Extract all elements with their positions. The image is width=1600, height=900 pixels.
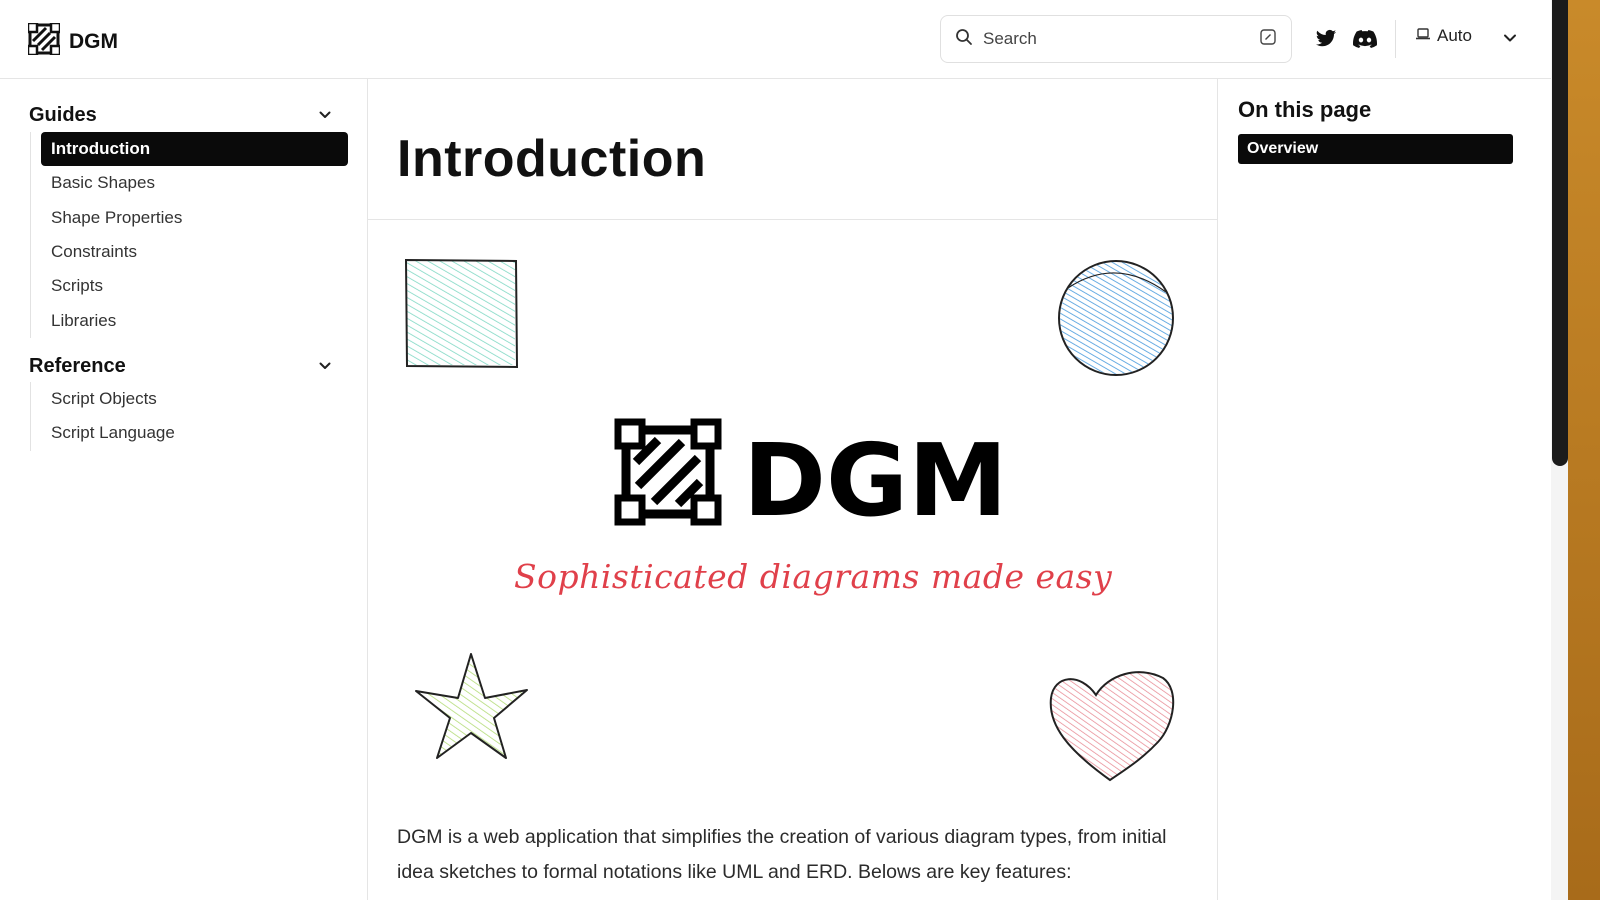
sidebar-item-constraints[interactable]: Constraints [31, 235, 348, 269]
hero-logo-text: DGM [743, 422, 1008, 539]
header-divider [1395, 20, 1396, 58]
twitter-icon[interactable] [1313, 26, 1339, 52]
heart-shape [1049, 671, 1175, 782]
chevron-down-icon[interactable] [316, 357, 334, 380]
circle-shape [1058, 260, 1174, 376]
toc-item-overview[interactable]: Overview [1238, 134, 1513, 164]
site-logo[interactable]: DGM [26, 21, 118, 60]
discord-icon[interactable] [1352, 26, 1378, 52]
theme-select[interactable]: Auto [1415, 26, 1472, 46]
sidebar-group-list: Script Objects Script Language [30, 382, 348, 451]
chevron-down-icon[interactable] [1500, 28, 1520, 53]
search-input[interactable]: Search [940, 15, 1292, 63]
keyboard-shortcut-icon [1259, 28, 1277, 51]
laptop-icon [1415, 26, 1431, 46]
sidebar-group-reference[interactable]: Reference [29, 355, 126, 378]
page-title-area: Introduction [368, 79, 1217, 220]
sidebar-item-script-language[interactable]: Script Language [31, 416, 348, 450]
sidebar-group-guides[interactable]: Guides [29, 104, 97, 127]
hero-drawing: DGM [404, 258, 1175, 782]
sidebar-item-basic-shapes[interactable]: Basic Shapes [31, 166, 348, 200]
sidebar-item-introduction[interactable]: Introduction [41, 132, 348, 167]
window-edge [1568, 0, 1600, 900]
dgm-logo-icon [26, 21, 62, 60]
intro-paragraph: DGM is a web application that simplifies… [397, 826, 1167, 883]
sidebar-item-scripts[interactable]: Scripts [31, 269, 348, 303]
page-title: Introduction [397, 130, 707, 188]
theme-label: Auto [1437, 26, 1472, 45]
sidebar-item-shape-properties[interactable]: Shape Properties [31, 201, 348, 235]
sidebar-item-libraries[interactable]: Libraries [31, 303, 348, 337]
main-content: Introduction DGM Sophisticated diagrams … [368, 79, 1218, 900]
chevron-down-icon[interactable] [316, 106, 334, 129]
star-shape [415, 653, 528, 759]
logo-text: DGM [69, 29, 118, 53]
dgm-logo-icon [614, 418, 722, 526]
hero-illustration: DGM Sophisticated diagrams made easy [368, 220, 1217, 810]
table-of-contents: On this page Overview [1218, 79, 1551, 900]
sidebar-group-list: Introduction Basic Shapes Shape Properti… [30, 132, 348, 338]
top-header: DGM Search Auto [0, 0, 1568, 79]
search-icon [955, 28, 973, 51]
square-shape [404, 258, 519, 369]
sidebar: Guides Introduction Basic Shapes Shape P… [0, 79, 368, 900]
hero-tagline: Sophisticated diagrams made easy [514, 557, 1113, 596]
toc-title: On this page [1238, 97, 1372, 122]
search-placeholder: Search [983, 29, 1037, 48]
scrollbar-thumb[interactable] [1552, 0, 1568, 466]
sidebar-item-script-objects[interactable]: Script Objects [31, 382, 348, 416]
